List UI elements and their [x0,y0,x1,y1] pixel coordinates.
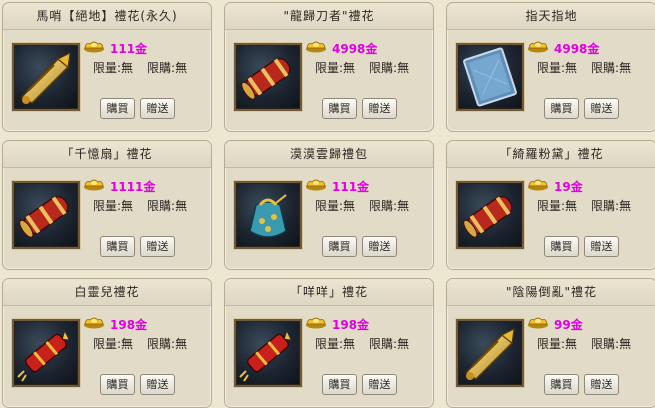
gift-button[interactable]: 贈送 [584,98,619,119]
buy-button[interactable]: 購買 [322,236,357,257]
limit-quantity: 限量:無 [315,337,356,351]
shop-item-card: 指天指地 4998金 限量:無 限購:無 購買 贈送 [446,2,655,132]
golden-scroll-icon[interactable] [456,319,524,387]
limit-info: 限量:無 限購:無 [537,59,645,76]
item-price: 1111金 [110,180,156,194]
limit-info: 限量:無 限購:無 [93,197,201,214]
buy-button[interactable]: 購買 [322,98,357,119]
limit-quantity: 限量:無 [93,337,134,351]
shop-item-card: 「千憶扇」禮花 1111金 限量:無 限購:無 購買 贈送 [2,140,212,270]
item-title: 馬哨【絕地】禮花(永久) [3,3,211,30]
limit-info: 限量:無 限購:無 [315,335,423,352]
gift-button[interactable]: 贈送 [140,98,175,119]
limit-quantity: 限量:無 [93,61,134,75]
red-scroll-icon[interactable] [12,181,80,249]
limit-info: 限量:無 限購:無 [315,59,423,76]
item-price: 111金 [332,180,370,194]
item-title: 「綺羅粉黛」禮花 [447,141,655,168]
item-title: 「千憶扇」禮花 [3,141,211,168]
gold-ingot-icon [306,41,326,53]
limit-purchase: 限購:無 [591,337,632,351]
item-title: 白靈兒禮花 [3,279,211,306]
limit-info: 限量:無 限購:無 [93,59,201,76]
red-scroll-icon[interactable] [456,181,524,249]
item-title: 指天指地 [447,3,655,30]
buy-button[interactable]: 購買 [100,236,135,257]
limit-info: 限量:無 限購:無 [537,197,645,214]
blue-bag-icon[interactable] [234,181,302,249]
gift-button[interactable]: 贈送 [140,236,175,257]
gold-ingot-icon [528,317,548,329]
item-title: 漠漠雲歸禮包 [225,141,433,168]
red-scroll-icon[interactable] [234,43,302,111]
limit-purchase: 限購:無 [591,199,632,213]
buy-button[interactable]: 購買 [100,98,135,119]
limit-quantity: 限量:無 [537,337,578,351]
limit-quantity: 限量:無 [315,199,356,213]
shop-item-card: 漠漠雲歸禮包 111金 限量:無 限購:無 購買 贈送 [224,140,434,270]
shop-item-card: "陰陽倒亂"禮花 99金 限量:無 限購:無 購買 贈送 [446,278,655,408]
firecracker-icon[interactable] [234,319,302,387]
limit-purchase: 限購:無 [147,337,188,351]
buy-button[interactable]: 購買 [100,374,135,395]
firecracker-icon[interactable] [12,319,80,387]
shop-item-card: 「咩咩」禮花 198金 限量:無 限購:無 購買 贈送 [224,278,434,408]
limit-purchase: 限購:無 [591,61,632,75]
shop-item-card: 白靈兒禮花 198金 限量:無 限購:無 購買 贈送 [2,278,212,408]
golden-scroll-icon[interactable] [12,43,80,111]
item-price: 4998金 [554,42,600,56]
blue-card-icon[interactable] [456,43,524,111]
gift-button[interactable]: 贈送 [362,374,397,395]
item-price: 19金 [554,180,583,194]
shop-item-card: "龍歸刀者"禮花 4998金 限量:無 限購:無 購買 贈送 [224,2,434,132]
limit-quantity: 限量:無 [537,61,578,75]
item-title: 「咩咩」禮花 [225,279,433,306]
gold-ingot-icon [528,179,548,191]
limit-purchase: 限購:無 [369,61,410,75]
shop-item-card: 馬哨【絕地】禮花(永久) 111金 限量:無 限購:無 購買 贈送 [2,2,212,132]
item-title: "陰陽倒亂"禮花 [447,279,655,306]
gift-button[interactable]: 贈送 [584,374,619,395]
gift-button[interactable]: 贈送 [140,374,175,395]
limit-info: 限量:無 限購:無 [315,197,423,214]
buy-button[interactable]: 購買 [322,374,357,395]
gold-ingot-icon [528,41,548,53]
limit-info: 限量:無 限購:無 [93,335,201,352]
gold-ingot-icon [84,41,104,53]
shop-item-card: 「綺羅粉黛」禮花 19金 限量:無 限購:無 購買 贈送 [446,140,655,270]
item-price: 198金 [110,318,148,332]
item-price: 99金 [554,318,583,332]
item-price: 4998金 [332,42,378,56]
limit-quantity: 限量:無 [315,61,356,75]
gold-ingot-icon [306,317,326,329]
buy-button[interactable]: 購買 [544,374,579,395]
buy-button[interactable]: 購買 [544,236,579,257]
limit-purchase: 限購:無 [369,337,410,351]
limit-info: 限量:無 限購:無 [537,335,645,352]
item-title: "龍歸刀者"禮花 [225,3,433,30]
item-price: 198金 [332,318,370,332]
limit-purchase: 限購:無 [147,199,188,213]
limit-quantity: 限量:無 [93,199,134,213]
gold-ingot-icon [306,179,326,191]
limit-purchase: 限購:無 [369,199,410,213]
item-price: 111金 [110,42,148,56]
gold-ingot-icon [84,179,104,191]
shop-grid: 馬哨【絕地】禮花(永久) 111金 限量:無 限購:無 購買 贈送 "龍歸刀者"禮… [0,0,655,408]
limit-purchase: 限購:無 [147,61,188,75]
buy-button[interactable]: 購買 [544,98,579,119]
gift-button[interactable]: 贈送 [584,236,619,257]
gift-button[interactable]: 贈送 [362,98,397,119]
limit-quantity: 限量:無 [537,199,578,213]
gift-button[interactable]: 贈送 [362,236,397,257]
gold-ingot-icon [84,317,104,329]
